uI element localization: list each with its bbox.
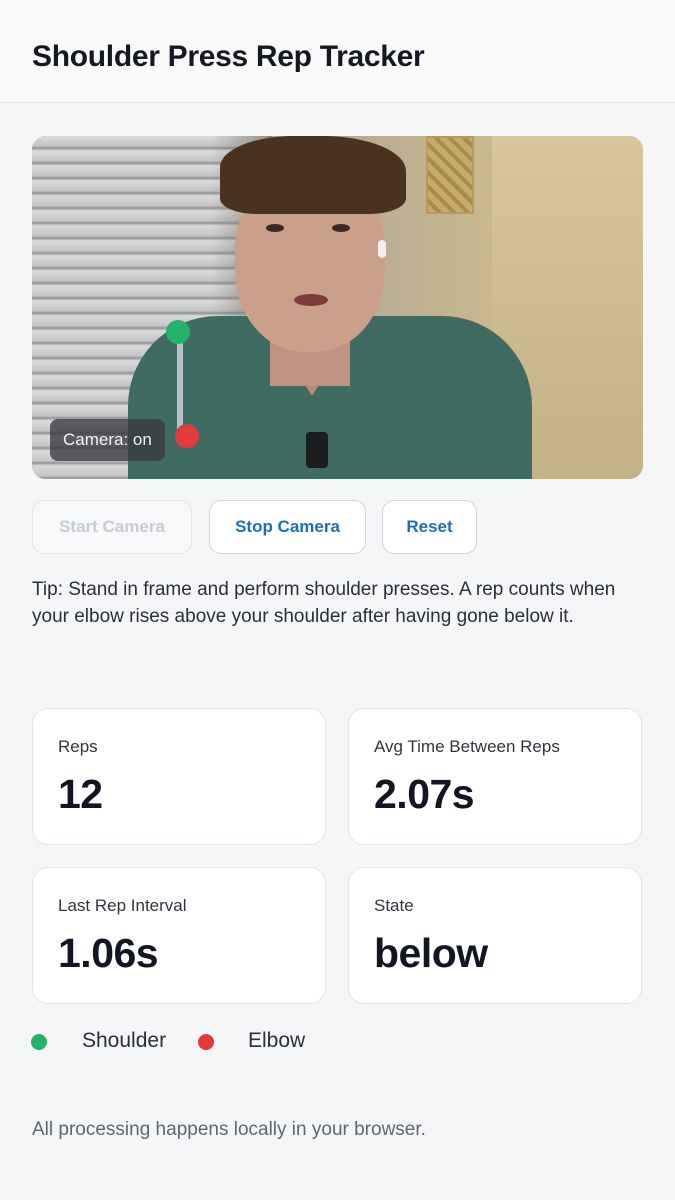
page-title: Shoulder Press Rep Tracker [32,40,425,73]
last-rep-card: Last Rep Interval 1.06s [32,867,326,1004]
pose-arm-segment [177,333,183,435]
app-header: Shoulder Press Rep Tracker [0,0,675,103]
person-eye-right [332,224,350,232]
elbow-legend-label: Elbow [248,1029,306,1052]
shoulder-legend-label: Shoulder [82,1029,167,1052]
earbud [378,240,386,258]
lapel-mic [306,432,328,468]
avg-time-label: Avg Time Between Reps [374,737,560,756]
last-rep-label: Last Rep Interval [58,896,187,915]
elbow-keypoint [175,424,199,448]
avg-time-value: 2.07s [374,771,475,817]
wall-art [426,136,474,214]
state-value: below [374,930,488,976]
stop-camera-button[interactable]: Stop Camera [209,500,366,554]
reps-value: 12 [58,771,103,817]
reset-button[interactable]: Reset [382,500,477,554]
shoulder-legend-dot-icon [31,1034,47,1050]
state-card: State below [348,867,642,1004]
shoulder-keypoint [166,320,190,344]
person-eye-left [266,224,284,232]
elbow-legend-dot-icon [198,1034,214,1050]
person-mouth [294,294,328,306]
avg-time-card: Avg Time Between Reps 2.07s [348,708,642,845]
privacy-footer: All processing happens locally in your b… [32,1119,426,1140]
instructions-tip: Tip: Stand in frame and perform shoulder… [32,579,616,627]
start-camera-button[interactable]: Start Camera [32,500,192,554]
reps-label: Reps [58,737,98,756]
camera-status-badge: Camera: on [50,419,165,461]
last-rep-value: 1.06s [58,930,159,976]
state-label: State [374,896,414,915]
reps-card: Reps 12 [32,708,326,845]
camera-feed: Camera: on [32,136,643,479]
person-hair [220,136,406,214]
